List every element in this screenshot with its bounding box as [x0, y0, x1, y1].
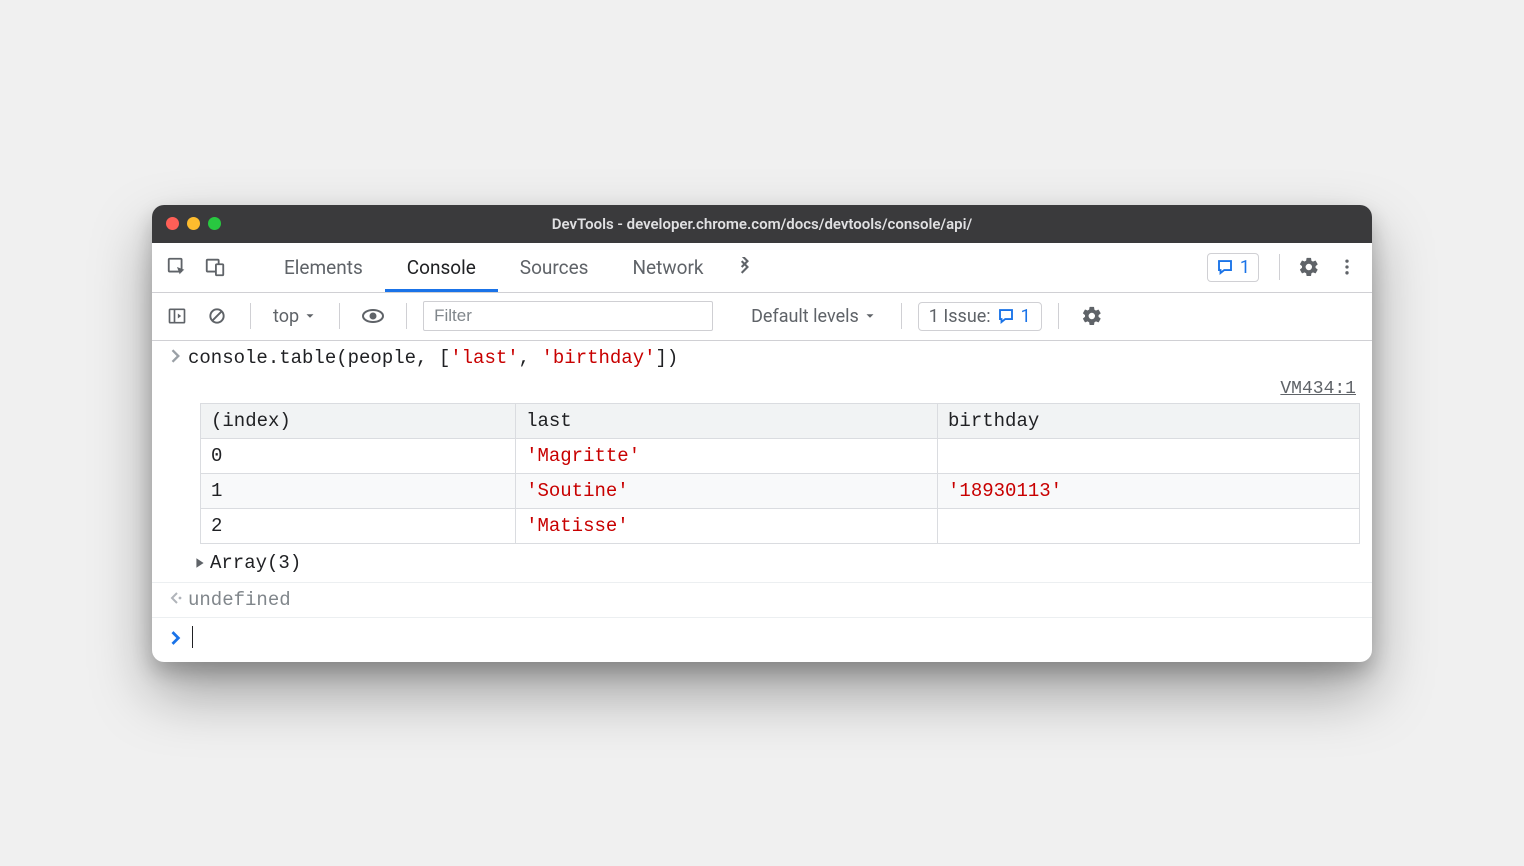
console-prompt-row[interactable]	[152, 618, 1372, 662]
table-row: 1 'Soutine' '18930113'	[201, 473, 1360, 508]
issue-count: 1	[1021, 306, 1031, 327]
table-cell: 'Soutine'	[516, 473, 938, 508]
table-header[interactable]: last	[516, 403, 938, 438]
filter-input[interactable]	[423, 301, 713, 331]
code-string: 'last'	[450, 347, 518, 369]
window-title: DevTools - developer.chrome.com/docs/dev…	[152, 215, 1372, 233]
console-command: console.table(people, ['last', 'birthday…	[188, 347, 1360, 369]
triangle-right-icon	[194, 557, 206, 569]
code-text: console.table(people, [	[188, 347, 450, 369]
tab-elements[interactable]: Elements	[262, 243, 385, 292]
table-header-row[interactable]: (index) last birthday	[201, 403, 1360, 438]
code-text: ])	[656, 347, 679, 369]
code-string: 'birthday'	[541, 347, 655, 369]
inspect-element-icon[interactable]	[158, 243, 196, 292]
array-label: Array(3)	[210, 552, 301, 574]
tab-sources[interactable]: Sources	[498, 243, 611, 292]
kebab-menu-icon[interactable]	[1328, 243, 1366, 292]
levels-label: Default levels	[751, 306, 859, 327]
table-cell: 'Magritte'	[516, 438, 938, 473]
console-input-row: console.table(people, ['last', 'birthday…	[152, 341, 1372, 375]
code-text: ,	[519, 347, 542, 369]
text-cursor	[192, 626, 193, 648]
window-titlebar: DevTools - developer.chrome.com/docs/dev…	[152, 205, 1372, 243]
console-table: (index) last birthday 0 'Magritte' 1 'So…	[200, 403, 1360, 544]
table-header[interactable]: (index)	[201, 403, 516, 438]
divider	[1058, 303, 1059, 329]
panel-tabbar: Elements Console Sources Network 1	[152, 243, 1372, 293]
tab-network[interactable]: Network	[610, 243, 725, 292]
return-marker-icon	[164, 589, 188, 605]
sidebar-toggle-icon[interactable]	[160, 306, 194, 326]
console-output: console.table(people, ['last', 'birthday…	[152, 341, 1372, 662]
console-settings-icon[interactable]	[1075, 305, 1109, 327]
issues-indicator[interactable]: 1	[1207, 253, 1259, 282]
issue-label: 1 Issue:	[929, 306, 991, 327]
settings-icon[interactable]	[1290, 243, 1328, 292]
tab-console[interactable]: Console	[385, 243, 498, 292]
return-value: undefined	[188, 589, 1360, 611]
chat-icon	[997, 307, 1015, 325]
zoom-window-button[interactable]	[208, 217, 221, 230]
table-cell	[938, 438, 1360, 473]
context-label: top	[273, 306, 299, 327]
divider	[1279, 254, 1280, 280]
devtools-window: DevTools - developer.chrome.com/docs/dev…	[152, 205, 1372, 662]
divider	[406, 303, 407, 329]
console-toolbar: top Default levels 1 Issue: 1	[152, 293, 1372, 341]
log-levels-select[interactable]: Default levels	[743, 306, 885, 327]
clear-console-icon[interactable]	[200, 306, 234, 326]
window-controls	[166, 217, 221, 230]
input-marker-icon	[164, 347, 188, 363]
table-cell: 0	[201, 438, 516, 473]
table-header[interactable]: birthday	[938, 403, 1360, 438]
console-return-row: undefined	[152, 582, 1372, 618]
more-tabs-icon[interactable]	[726, 243, 764, 292]
divider	[339, 303, 340, 329]
table-row: 2 'Matisse'	[201, 508, 1360, 543]
chevron-down-icon	[303, 309, 317, 323]
divider	[901, 303, 902, 329]
table-cell: '18930113'	[938, 473, 1360, 508]
table-cell: 1	[201, 473, 516, 508]
issue-counter[interactable]: 1 Issue: 1	[918, 302, 1042, 331]
divider	[250, 303, 251, 329]
prompt-icon	[164, 629, 188, 645]
table-cell	[938, 508, 1360, 543]
issues-count: 1	[1240, 257, 1250, 278]
execution-context-select[interactable]: top	[267, 306, 323, 327]
minimize-window-button[interactable]	[187, 217, 200, 230]
table-row: 0 'Magritte'	[201, 438, 1360, 473]
source-link[interactable]: VM434:1	[152, 375, 1372, 403]
array-expand[interactable]: Array(3)	[152, 548, 1372, 582]
device-toolbar-icon[interactable]	[196, 243, 234, 292]
table-cell: 'Matisse'	[516, 508, 938, 543]
chevron-down-icon	[863, 309, 877, 323]
table-cell: 2	[201, 508, 516, 543]
live-expression-icon[interactable]	[356, 304, 390, 328]
close-window-button[interactable]	[166, 217, 179, 230]
